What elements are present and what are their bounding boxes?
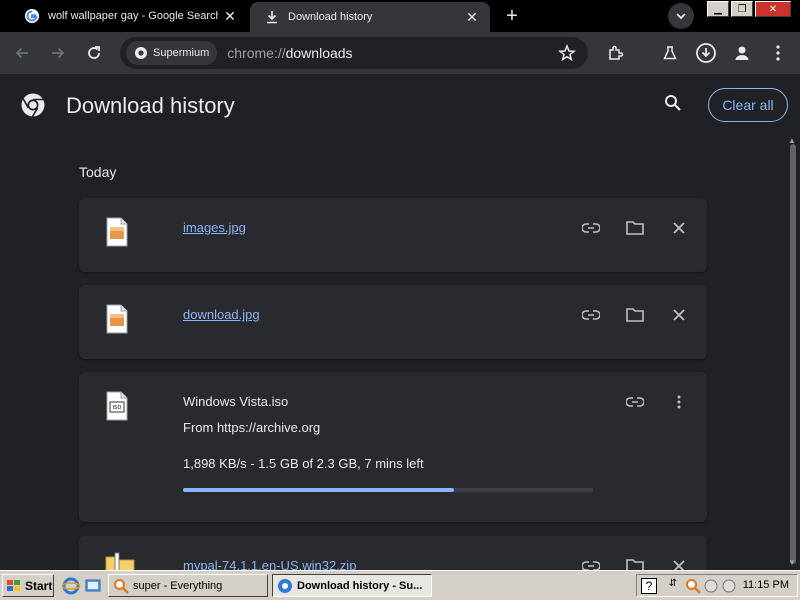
tab-download-history[interactable]: Download history ✕ <box>250 2 490 32</box>
volume-icon[interactable] <box>721 578 737 594</box>
svg-text:ISO: ISO <box>113 405 122 411</box>
download-status: 1,898 KB/s - 1.5 GB of 2.3 GB, 7 mins le… <box>183 456 424 471</box>
minimize-button[interactable]: ▁ <box>707 1 729 17</box>
arrow-right-icon <box>52 47 65 59</box>
extensions-icon[interactable] <box>604 41 628 65</box>
copy-link-icon[interactable] <box>625 392 645 412</box>
windows-taskbar: Start super - Everything Download histor… <box>0 570 800 600</box>
address-bar[interactable]: Supermium chrome://downloads <box>120 37 588 69</box>
tab-search-button[interactable] <box>668 3 694 29</box>
more-options-icon[interactable] <box>669 392 689 412</box>
scrollbar-thumb[interactable] <box>790 144 796 564</box>
site-chip[interactable]: Supermium <box>126 41 218 65</box>
page-header: Download history Clear all <box>0 74 800 136</box>
file-name-link[interactable]: images.jpg <box>183 220 246 235</box>
search-tray-icon[interactable] <box>685 578 701 594</box>
help-icon[interactable]: ? <box>641 578 657 594</box>
close-tab-icon[interactable]: ✕ <box>218 4 242 28</box>
scroll-up-arrow-icon[interactable]: ▲ <box>788 136 796 145</box>
reload-icon <box>88 46 100 59</box>
close-window-button[interactable]: ✕ <box>755 1 791 17</box>
file-name-link[interactable]: download.jpg <box>183 307 260 322</box>
show-in-folder-icon[interactable] <box>625 218 645 238</box>
copy-link-icon[interactable] <box>581 556 601 570</box>
remove-item-icon[interactable] <box>669 556 689 570</box>
restore-button[interactable]: ❐ <box>731 1 753 17</box>
reload-button[interactable] <box>81 40 107 66</box>
bookmark-star-icon[interactable] <box>558 43 576 67</box>
page-title: Download history <box>66 93 235 118</box>
download-item-in-progress: ISO Windows Vista.iso From https://archi… <box>79 372 707 522</box>
download-icon <box>264 9 280 25</box>
taskbar-item-everything[interactable]: super - Everything <box>108 574 268 597</box>
remove-item-icon[interactable] <box>669 218 689 238</box>
download-source: From https://archive.org <box>183 420 321 435</box>
tab-title: wolf wallpaper gay - Google Search <box>48 10 218 22</box>
new-tab-button[interactable]: + <box>500 4 524 28</box>
start-label: Start <box>25 578 53 593</box>
taskbar-item-label: Download history - Su... <box>297 579 423 592</box>
taskbar-item-label: super - Everything <box>133 579 223 592</box>
back-button[interactable] <box>9 40 35 66</box>
taskbar-clock: 11:15 PM <box>742 579 789 591</box>
chromium-icon <box>278 578 292 593</box>
magnifier-icon <box>114 578 129 594</box>
system-tray: ? ⇵ 11:15 PM <box>636 574 798 597</box>
download-item: images.jpg <box>79 198 707 272</box>
close-tab-icon[interactable]: ✕ <box>460 5 484 29</box>
taskbar-item-download-history[interactable]: Download history - Su... <box>272 574 432 597</box>
search-icon[interactable] <box>664 94 682 117</box>
labs-flask-icon[interactable] <box>658 41 682 65</box>
start-button[interactable]: Start <box>2 574 54 597</box>
show-in-folder-icon[interactable] <box>625 556 645 570</box>
file-name-link[interactable]: mypal-74.1.1.en-US.win32.zip <box>183 558 356 570</box>
image-file-icon <box>105 303 129 335</box>
file-name[interactable]: Windows Vista.iso <box>183 394 288 409</box>
site-chip-label: Supermium <box>153 47 210 59</box>
date-section-heading: Today <box>79 164 117 180</box>
remove-item-icon[interactable] <box>669 305 689 325</box>
show-in-folder-icon[interactable] <box>625 305 645 325</box>
zip-file-icon <box>105 552 135 570</box>
chromium-logo-icon <box>20 92 46 123</box>
network-icon[interactable]: ⇵ <box>665 578 681 594</box>
downloads-toolbar-icon[interactable] <box>694 41 718 65</box>
scroll-down-arrow-icon[interactable]: ▼ <box>788 558 796 567</box>
chromium-icon <box>135 47 147 59</box>
browser-toolbar: Supermium chrome://downloads <box>0 32 800 74</box>
forward-button[interactable] <box>45 40 71 66</box>
downloads-page: Download history Clear all Today images.… <box>0 74 800 570</box>
tab-google-search[interactable]: wolf wallpaper gay - Google Search ✕ <box>10 2 248 30</box>
chevron-down-icon <box>676 13 686 20</box>
image-file-icon <box>105 216 129 248</box>
clear-all-button[interactable]: Clear all <box>708 88 788 122</box>
download-progress-bar <box>183 488 593 492</box>
internet-explorer-icon[interactable] <box>62 577 80 595</box>
windows-logo-icon <box>7 579 20 591</box>
copy-link-icon[interactable] <box>581 305 601 325</box>
show-desktop-icon[interactable] <box>84 577 102 595</box>
tray-app-icon[interactable] <box>703 578 719 594</box>
disc-image-file-icon: ISO <box>105 390 129 422</box>
google-icon <box>24 8 40 24</box>
download-item: mypal-74.1.1.en-US.win32.zip <box>79 536 707 570</box>
download-item: download.jpg <box>79 285 707 359</box>
copy-link-icon[interactable] <box>581 218 601 238</box>
arrow-left-icon <box>15 47 28 59</box>
menu-kebab-icon[interactable] <box>766 41 790 65</box>
download-progress-fill <box>183 488 454 492</box>
window-controls: ▁ ❐ ✕ <box>705 1 791 19</box>
tab-title: Download history <box>288 11 373 23</box>
tab-strip: wolf wallpaper gay - Google Search ✕ Dow… <box>0 0 800 32</box>
profile-avatar-icon[interactable] <box>730 41 754 65</box>
url-text: chrome://downloads <box>227 45 353 61</box>
